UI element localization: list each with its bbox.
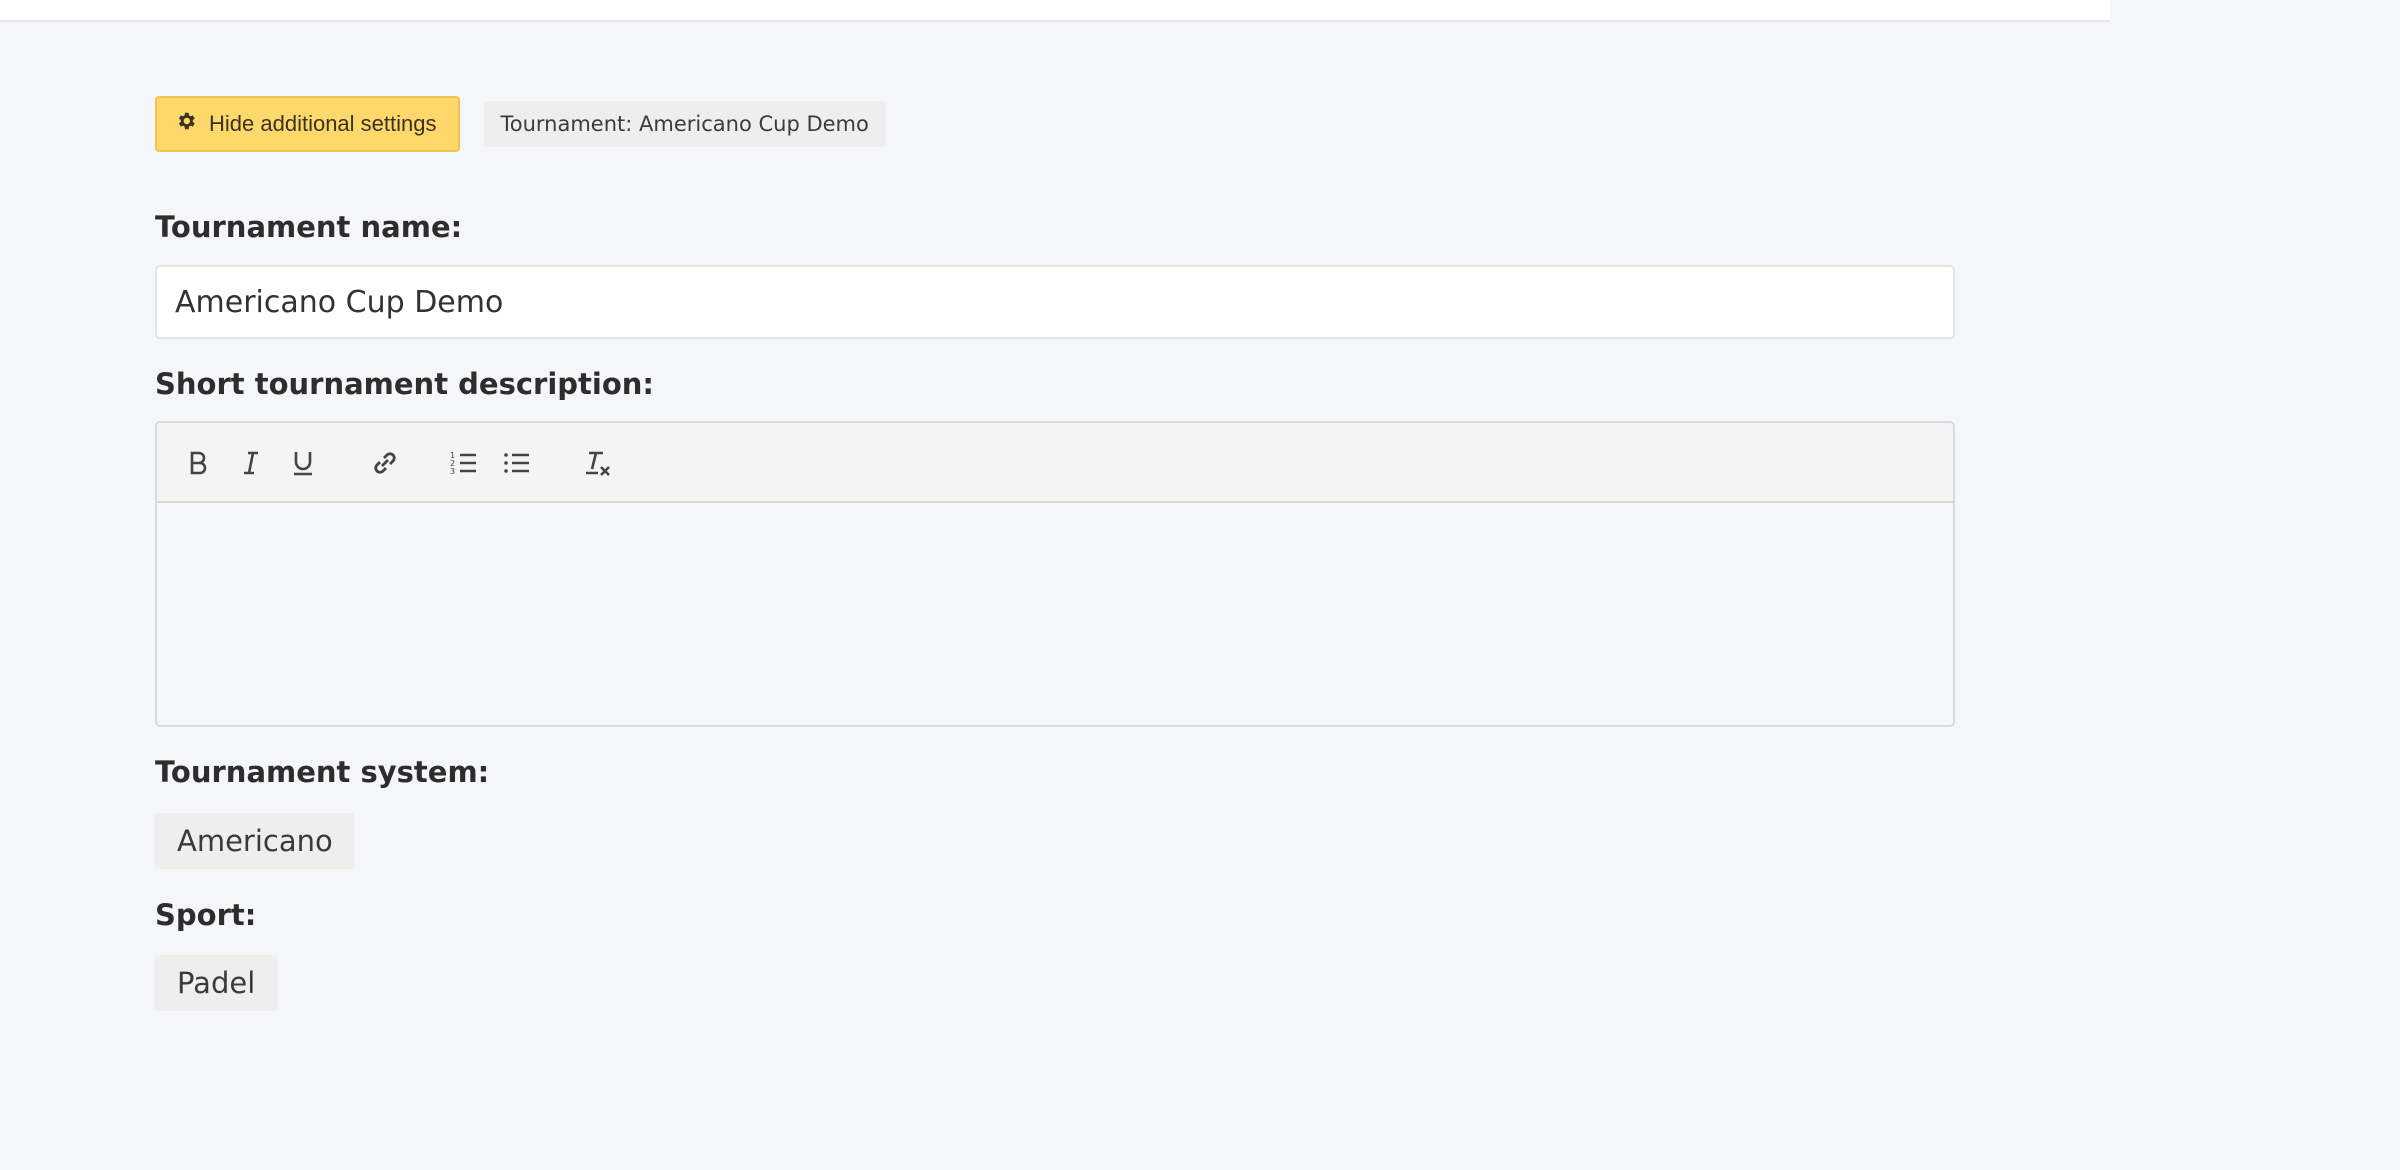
bullet-list-icon[interactable] xyxy=(497,443,537,483)
clear-format-icon[interactable] xyxy=(577,443,617,483)
tournament-system-value: Americano xyxy=(155,813,355,869)
description-label: Short tournament description: xyxy=(155,367,655,401)
tournament-badge: Tournament: Americano Cup Demo xyxy=(484,101,885,147)
description-text-area[interactable] xyxy=(157,503,1953,727)
tournament-name-label: Tournament name: xyxy=(155,210,463,244)
ordered-list-icon[interactable]: 123 xyxy=(444,443,484,483)
editor-toolbar: 123 xyxy=(157,423,1953,503)
tournament-system-label: Tournament system: xyxy=(155,755,490,789)
bold-icon[interactable] xyxy=(178,443,218,483)
link-icon[interactable] xyxy=(365,443,405,483)
top-bar xyxy=(0,0,2110,22)
svg-text:3: 3 xyxy=(450,467,455,476)
tournament-name-value: Americano Cup Demo xyxy=(175,284,504,320)
hide-settings-label: Hide additional settings xyxy=(209,111,437,136)
sport-value: Padel xyxy=(155,955,278,1011)
underline-icon[interactable] xyxy=(283,443,323,483)
gear-icon xyxy=(175,110,197,138)
sport-label: Sport: xyxy=(155,898,257,932)
settings-actions-row: Hide additional settings Tournament: Ame… xyxy=(155,96,885,152)
description-editor: 123 xyxy=(155,421,1955,727)
hide-settings-button[interactable]: Hide additional settings xyxy=(155,96,461,152)
italic-icon[interactable] xyxy=(231,443,271,483)
tournament-name-input[interactable]: Americano Cup Demo xyxy=(155,265,1955,339)
